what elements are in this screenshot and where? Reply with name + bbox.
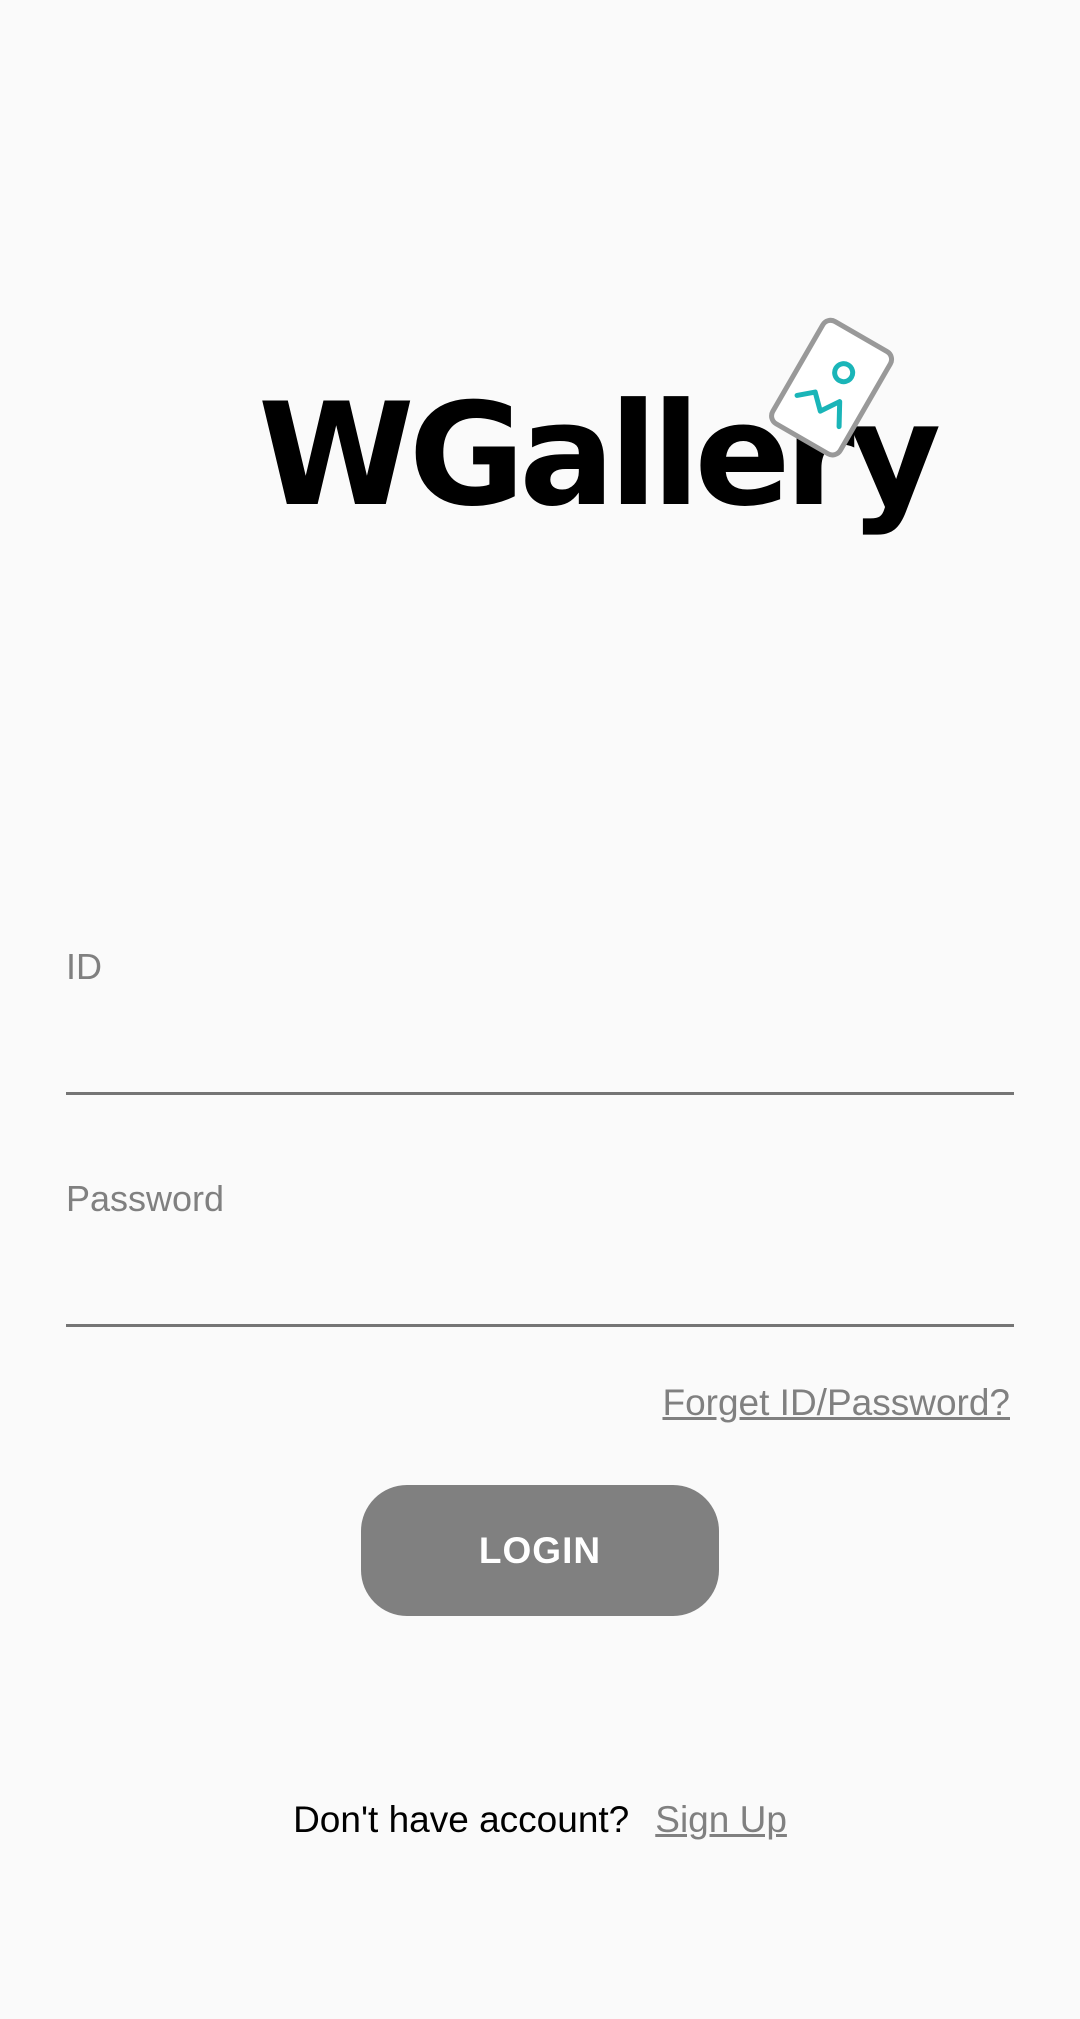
password-label: Password (66, 1178, 225, 1219)
photo-card-icon (769, 317, 895, 458)
id-label: ID (66, 946, 102, 987)
login-button[interactable]: LOGIN (361, 1485, 719, 1616)
signup-row: Don't have account? Sign Up (0, 1799, 1080, 1841)
id-field[interactable] (66, 1022, 1014, 1095)
signup-prompt: Don't have account? (293, 1799, 630, 1840)
password-field[interactable] (66, 1254, 1014, 1327)
forget-password-link[interactable]: Forget ID/Password? (662, 1382, 1010, 1424)
signup-link[interactable]: Sign Up (655, 1799, 787, 1840)
